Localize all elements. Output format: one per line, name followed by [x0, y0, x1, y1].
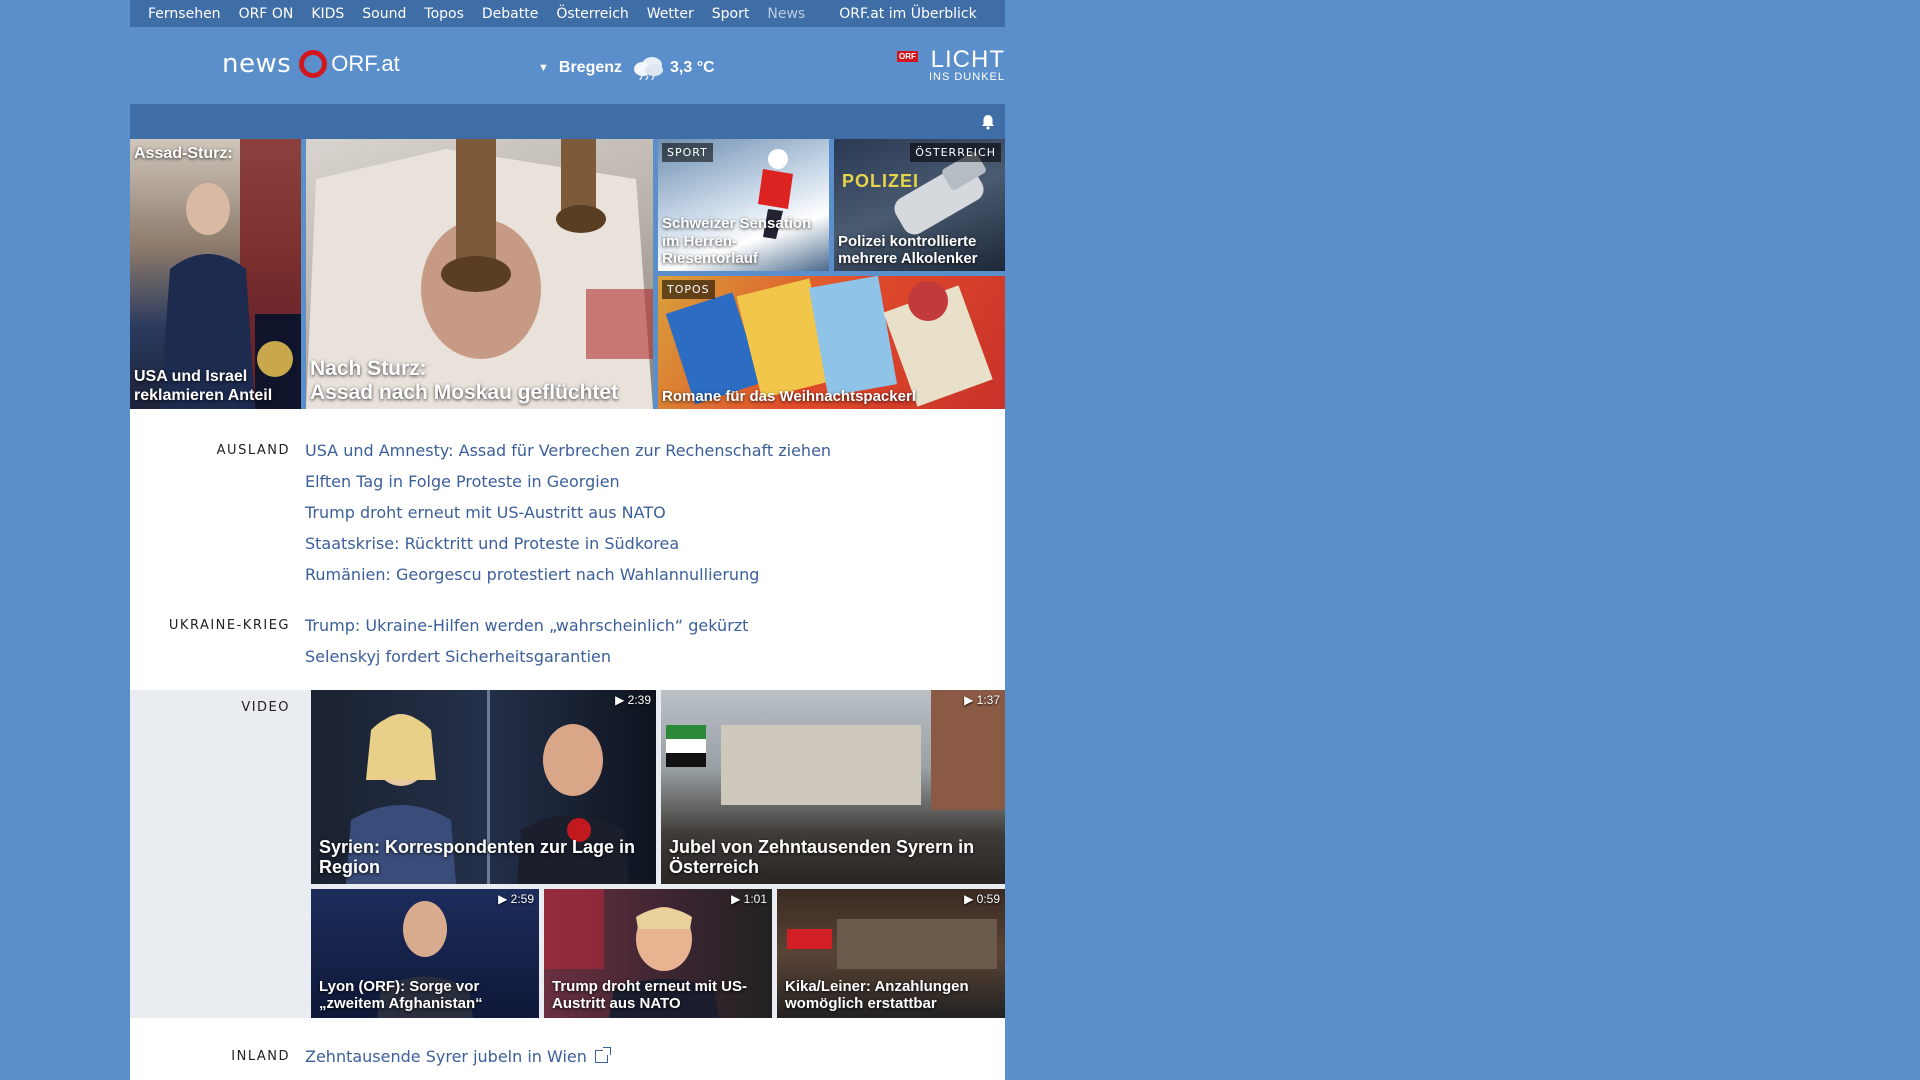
news-link[interactable]: Selenskyj fordert Sicherheitsgarantien [305, 641, 748, 672]
caption-line-2: mehrere Alkolenker [838, 249, 978, 267]
duration-text: 1:01 [743, 892, 767, 906]
news-content: AUSLAND USA und Amnesty: Assad für Verbr… [130, 409, 1005, 1080]
tile-caption: Nach Sturz: Assad nach Moskau geflüchtet [310, 357, 618, 405]
video-caption: Jubel von Zehntausenden Syrern in Österr… [669, 836, 975, 878]
site-header: news ORF.at ▼ Bregenz 3,3 °C ORF LICHT I… [130, 27, 1005, 104]
news-link-external[interactable]: Zehntausende Syrer jubeln in Wien [305, 1041, 611, 1072]
logo-news-text: news [222, 49, 292, 79]
section-label: VIDEO [241, 700, 290, 715]
tile-caption: Schweizer Sensation im Herren-Riesentorl… [662, 215, 829, 267]
video-tile[interactable]: ▶ 1:01 Trump droht erneut mit US-Austrit… [544, 889, 772, 1018]
news-link[interactable]: USA und Amnesty: Assad für Verbrechen zu… [305, 435, 831, 466]
hero-tile-assad-moskau[interactable]: Nach Sturz: Assad nach Moskau geflüchtet [306, 139, 653, 409]
category-tag-sport: SPORT [662, 143, 713, 162]
video-tile[interactable]: ▶ 0:59 Kika/Leiner: Anzahlungen womöglic… [777, 889, 1005, 1018]
tile-caption: Polizei kontrollierte mehrere Alkolenker [838, 233, 978, 268]
duration-text: 1:37 [976, 693, 1000, 707]
news-link[interactable]: Staatskrise: Rücktritt und Proteste in S… [305, 528, 831, 559]
cloud-rain-icon [632, 55, 666, 81]
page: Fernsehen ORF ON KIDS Sound Topos Debatt… [130, 0, 1005, 1080]
nav-wetter[interactable]: Wetter [629, 6, 694, 22]
news-link[interactable]: Trump droht erneut mit US-Austritt aus N… [305, 497, 831, 528]
nav-kids[interactable]: KIDS [293, 6, 344, 22]
external-link-icon [594, 1047, 611, 1063]
nav-orf-on[interactable]: ORF ON [221, 6, 294, 22]
orf-badge: ORF [896, 51, 918, 62]
video-tile[interactable]: ▶ 2:59 Lyon (ORF): Sorge vor „zweitem Af… [311, 889, 539, 1018]
news-link[interactable]: Rumänien: Georgescu protestiert nach Wah… [305, 559, 831, 590]
news-link[interactable]: Trump: Ukraine-Hilfen werden „wahrschein… [305, 610, 748, 641]
link-text: Zehntausende Syrer jubeln in Wien [305, 1047, 587, 1066]
nav-sound[interactable]: Sound [344, 6, 406, 22]
bell-icon[interactable] [981, 114, 995, 130]
caption-line-1: Polizei kontrollierte [838, 232, 977, 250]
tile-kicker: Assad-Sturz: [134, 145, 233, 162]
polizei-text: POLIZEI [842, 171, 920, 191]
news-link[interactable]: Elften Tag in Folge Proteste in Georgien [305, 466, 831, 497]
weather-temperature: 3,3 °C [670, 59, 715, 76]
hero-tile-topos-romane[interactable]: TOPOS Romane für das Weihnachtspackerl [658, 276, 1005, 409]
logo-orf-text: ORF.at [331, 51, 400, 76]
video-duration: ▶ 1:01 [731, 892, 767, 906]
video-caption: Trump droht erneut mit US-Austritt aus N… [552, 977, 747, 1012]
licht-text: LICHT [930, 46, 1005, 73]
link-list: Trump: Ukraine-Hilfen werden „wahrschein… [305, 610, 748, 672]
video-duration: ▶ 2:59 [498, 892, 534, 906]
link-list: Zehntausende Syrer jubeln in Wien [305, 1041, 611, 1072]
caption-line-2: im Herren-Riesentorlauf [662, 232, 758, 267]
nav-overview[interactable]: ORF.at im Überblick [805, 6, 976, 22]
video-caption: Kika/Leiner: Anzahlungen womöglich ersta… [785, 977, 969, 1012]
caption-line-1: Schweizer Sensation [662, 215, 812, 233]
section-label: INLAND [231, 1049, 290, 1064]
video-duration: ▶ 0:59 [964, 892, 1000, 906]
tile-caption: USA und Israel reklamieren Anteil [134, 368, 272, 405]
news-orf-logo[interactable]: news ORF.at [222, 49, 400, 79]
video-caption: Lyon (ORF): Sorge vor „zweitem Afghanist… [319, 977, 483, 1012]
duration-text: 0:59 [976, 892, 1000, 906]
duration-text: 2:59 [510, 892, 534, 906]
licht-ins-dunkel-logo[interactable]: ORF LICHT INS DUNKEL [896, 46, 1005, 83]
video-tile[interactable]: ▶ 2:39 Syrien: Korrespondenten zur Lage … [311, 690, 656, 884]
nav-sport[interactable]: Sport [694, 6, 750, 22]
hero-tile-sport-riesentorlauf[interactable]: SPORT Schweizer Sensation im Herren-Ries… [658, 139, 829, 271]
category-tag-oesterreich: ÖSTERREICH [910, 143, 1001, 162]
hero-tile-assad-usa-israel[interactable]: Assad-Sturz: USA und Israel reklamieren … [130, 139, 301, 409]
section-label: UKRAINE-KRIEG [168, 618, 290, 633]
tile-caption: Romane für das Weihnachtspackerl [662, 387, 916, 405]
nav-oesterreich[interactable]: Österreich [538, 6, 628, 22]
video-tile[interactable]: ▶ 1:37 Jubel von Zehntausenden Syrern in… [661, 690, 1005, 884]
video-duration: ▶ 1:37 [964, 693, 1000, 707]
link-list: USA und Amnesty: Assad für Verbrechen zu… [305, 435, 831, 590]
caption-line-1: Nach Sturz: [310, 356, 427, 380]
nav-news[interactable]: News [749, 6, 805, 22]
caption-line-2: Assad nach Moskau geflüchtet [310, 380, 619, 404]
section-label: AUSLAND [216, 443, 290, 458]
nav-fernsehen[interactable]: Fernsehen [130, 6, 221, 22]
nav-debatte[interactable]: Debatte [464, 6, 538, 22]
section-video: VIDEO ▶ 2:39 Syrien: Korrespondenten zur… [130, 690, 1005, 1018]
hero-tile-oesterreich-polizei[interactable]: POLIZEI ÖSTERREICH Polizei kontrollierte… [834, 139, 1005, 271]
video-duration: ▶ 2:39 [615, 693, 651, 707]
caption-line-2: reklamieren Anteil [134, 386, 273, 404]
weather-widget[interactable]: ▼ Bregenz 3,3 °C [538, 55, 715, 81]
category-tag-topos: TOPOS [662, 280, 715, 299]
ins-dunkel-text: INS DUNKEL [928, 71, 1005, 83]
video-caption: Syrien: Korrespondenten zur Lage in Regi… [319, 836, 636, 878]
nav-topos[interactable]: Topos [406, 6, 463, 22]
weather-city: Bregenz [558, 59, 623, 76]
notification-bar [130, 104, 1005, 139]
caption-line-1: USA und Israel [134, 368, 248, 386]
duration-text: 2:39 [627, 693, 651, 707]
orf-ring-icon [299, 50, 328, 78]
top-navigation: Fernsehen ORF ON KIDS Sound Topos Debatt… [130, 0, 1005, 27]
dropdown-triangle-icon[interactable]: ▼ [538, 62, 549, 74]
